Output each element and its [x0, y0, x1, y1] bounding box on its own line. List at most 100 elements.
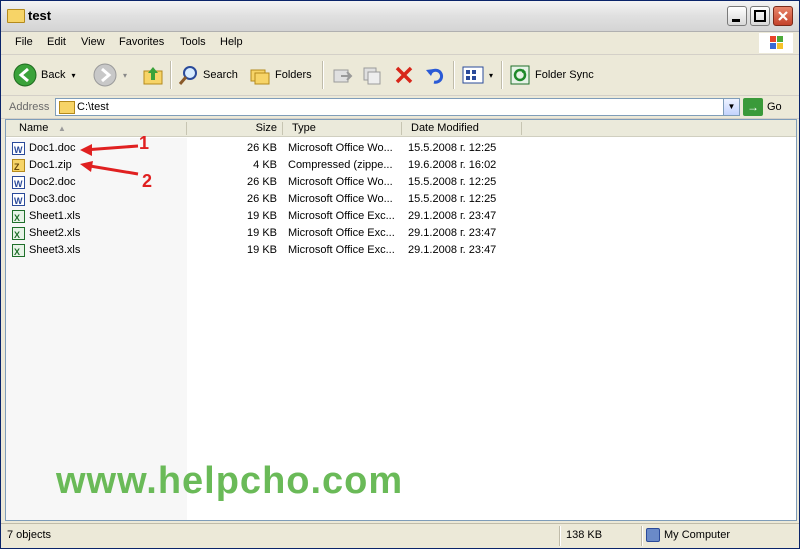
status-object-count: 7 objects: [7, 529, 52, 541]
search-label: Search: [203, 69, 238, 81]
menu-view[interactable]: View: [81, 36, 105, 48]
views-button[interactable]: ▾: [461, 61, 493, 89]
delete-button[interactable]: [393, 61, 415, 89]
undo-icon: [426, 68, 444, 84]
watermark-text: www.helpcho.com: [56, 460, 404, 502]
file-row[interactable]: X Sheet1.xls 19 KB Microsoft Office Exc.…: [6, 208, 526, 225]
close-button[interactable]: [773, 6, 793, 26]
file-size: 19 KB: [247, 244, 277, 256]
file-name: Sheet3.xls: [29, 244, 81, 256]
forward-button[interactable]: ▾: [93, 61, 127, 89]
file-list-view[interactable]: Name ▲ Size Type Date Modified W Doc1.do…: [5, 119, 797, 521]
minimize-button[interactable]: [727, 6, 747, 26]
annotation-arrows: [80, 144, 139, 176]
sort-ascending-icon: ▲: [58, 124, 66, 133]
excel-icon: X: [12, 210, 25, 223]
folder-icon: [59, 101, 75, 114]
go-arrow-icon[interactable]: →: [743, 98, 763, 116]
folder-icon: [7, 9, 25, 23]
file-date: 19.6.2008 г. 16:02: [408, 159, 497, 171]
back-dropdown-icon[interactable]: ▾: [71, 71, 75, 80]
excel-icon: X: [12, 227, 25, 240]
file-date: 29.1.2008 г. 23:47: [408, 210, 497, 222]
file-type: Microsoft Office Exc...: [288, 244, 395, 256]
column-header-date[interactable]: Date Modified: [402, 120, 522, 137]
arrow-1-icon: [83, 144, 139, 152]
status-total-size: 138 KB: [566, 529, 603, 541]
search-icon: [178, 66, 197, 85]
copy-to-button[interactable]: [361, 61, 383, 89]
up-folder-icon: [143, 67, 163, 85]
file-size: 4 KB: [253, 159, 277, 171]
file-name: Sheet1.xls: [29, 210, 81, 222]
address-dropdown-icon[interactable]: ▼: [723, 99, 739, 115]
file-date: 29.1.2008 г. 23:47: [408, 244, 497, 256]
file-type: Microsoft Office Exc...: [288, 227, 395, 239]
file-size: 19 KB: [247, 227, 277, 239]
menu-favorites[interactable]: Favorites: [119, 36, 164, 48]
file-name: Doc1.zip: [29, 159, 72, 171]
search-button[interactable]: Search: [177, 61, 238, 89]
address-input[interactable]: C:\test ▼: [55, 98, 740, 116]
forward-dropdown-icon[interactable]: ▾: [123, 71, 127, 80]
annotation-label-1: 1: [139, 133, 150, 153]
menu-help[interactable]: Help: [220, 36, 243, 48]
folder-sync-icon: [510, 65, 530, 85]
file-size: 26 KB: [247, 193, 277, 205]
file-type: Microsoft Office Exc...: [288, 210, 395, 222]
back-label: Back: [41, 69, 66, 81]
file-row[interactable]: X Sheet3.xls 19 KB Microsoft Office Exc.…: [6, 242, 526, 259]
arrow-2-icon: [83, 163, 139, 176]
my-computer-icon: [646, 528, 660, 542]
explorer-window: test File Edit View Favorites Tools Help: [0, 0, 800, 549]
arrow-1-head-icon: [80, 144, 92, 156]
forward-arrow-icon: [93, 63, 117, 87]
views-dropdown-icon[interactable]: ▾: [489, 71, 493, 80]
up-folder-button[interactable]: [141, 61, 165, 89]
undo-button[interactable]: [424, 61, 446, 89]
copy-to-icon: [363, 67, 381, 85]
arrow-2-head-icon: [80, 161, 93, 172]
move-to-icon: [333, 69, 353, 83]
minimize-icon: [732, 19, 740, 22]
column-header-filler: [522, 120, 796, 137]
file-name: Doc1.doc: [29, 142, 76, 154]
column-header-size[interactable]: Size: [187, 120, 283, 137]
file-size: 26 KB: [247, 142, 277, 154]
file-type: Microsoft Office Wo...: [288, 193, 393, 205]
go-button[interactable]: Go: [767, 101, 782, 113]
folder-sync-label: Folder Sync: [535, 69, 594, 81]
column-header-type[interactable]: Type: [283, 120, 402, 137]
status-location: My Computer: [664, 529, 731, 541]
move-to-button[interactable]: [331, 61, 353, 89]
zip-icon: Z: [12, 159, 25, 172]
menu-bar: File Edit View Favorites Tools Help: [1, 32, 799, 55]
back-arrow-icon: [13, 63, 37, 87]
menu-tools[interactable]: Tools: [180, 36, 206, 48]
window-title: test: [28, 8, 52, 23]
file-type: Compressed (zippe...: [288, 159, 393, 171]
file-type: Microsoft Office Wo...: [288, 142, 393, 154]
file-size: 26 KB: [247, 176, 277, 188]
file-name: Doc3.doc: [29, 193, 76, 205]
title-bar[interactable]: test: [1, 1, 799, 32]
status-bar: 7 objects 138 KB My Computer: [1, 523, 799, 548]
file-row[interactable]: X Sheet2.xls 19 KB Microsoft Office Exc.…: [6, 225, 526, 242]
menu-file[interactable]: File: [15, 36, 33, 48]
word-doc-icon: W: [12, 176, 25, 189]
maximize-button[interactable]: [750, 6, 770, 26]
file-name: Sheet2.xls: [29, 227, 81, 239]
back-button[interactable]: Back ▾: [13, 61, 75, 89]
maximize-icon: [754, 10, 766, 22]
folders-label: Folders: [275, 69, 312, 81]
file-date: 15.5.2008 г. 12:25: [408, 176, 497, 188]
excel-icon: X: [12, 244, 25, 257]
file-date: 15.5.2008 г. 12:25: [408, 193, 497, 205]
folders-button[interactable]: Folders: [249, 61, 312, 89]
close-icon: [778, 11, 788, 21]
menu-edit[interactable]: Edit: [47, 36, 66, 48]
address-label: Address: [9, 101, 50, 113]
folders-icon: [250, 69, 270, 85]
folder-sync-button[interactable]: Folder Sync: [509, 61, 594, 89]
file-size: 19 KB: [247, 210, 277, 222]
